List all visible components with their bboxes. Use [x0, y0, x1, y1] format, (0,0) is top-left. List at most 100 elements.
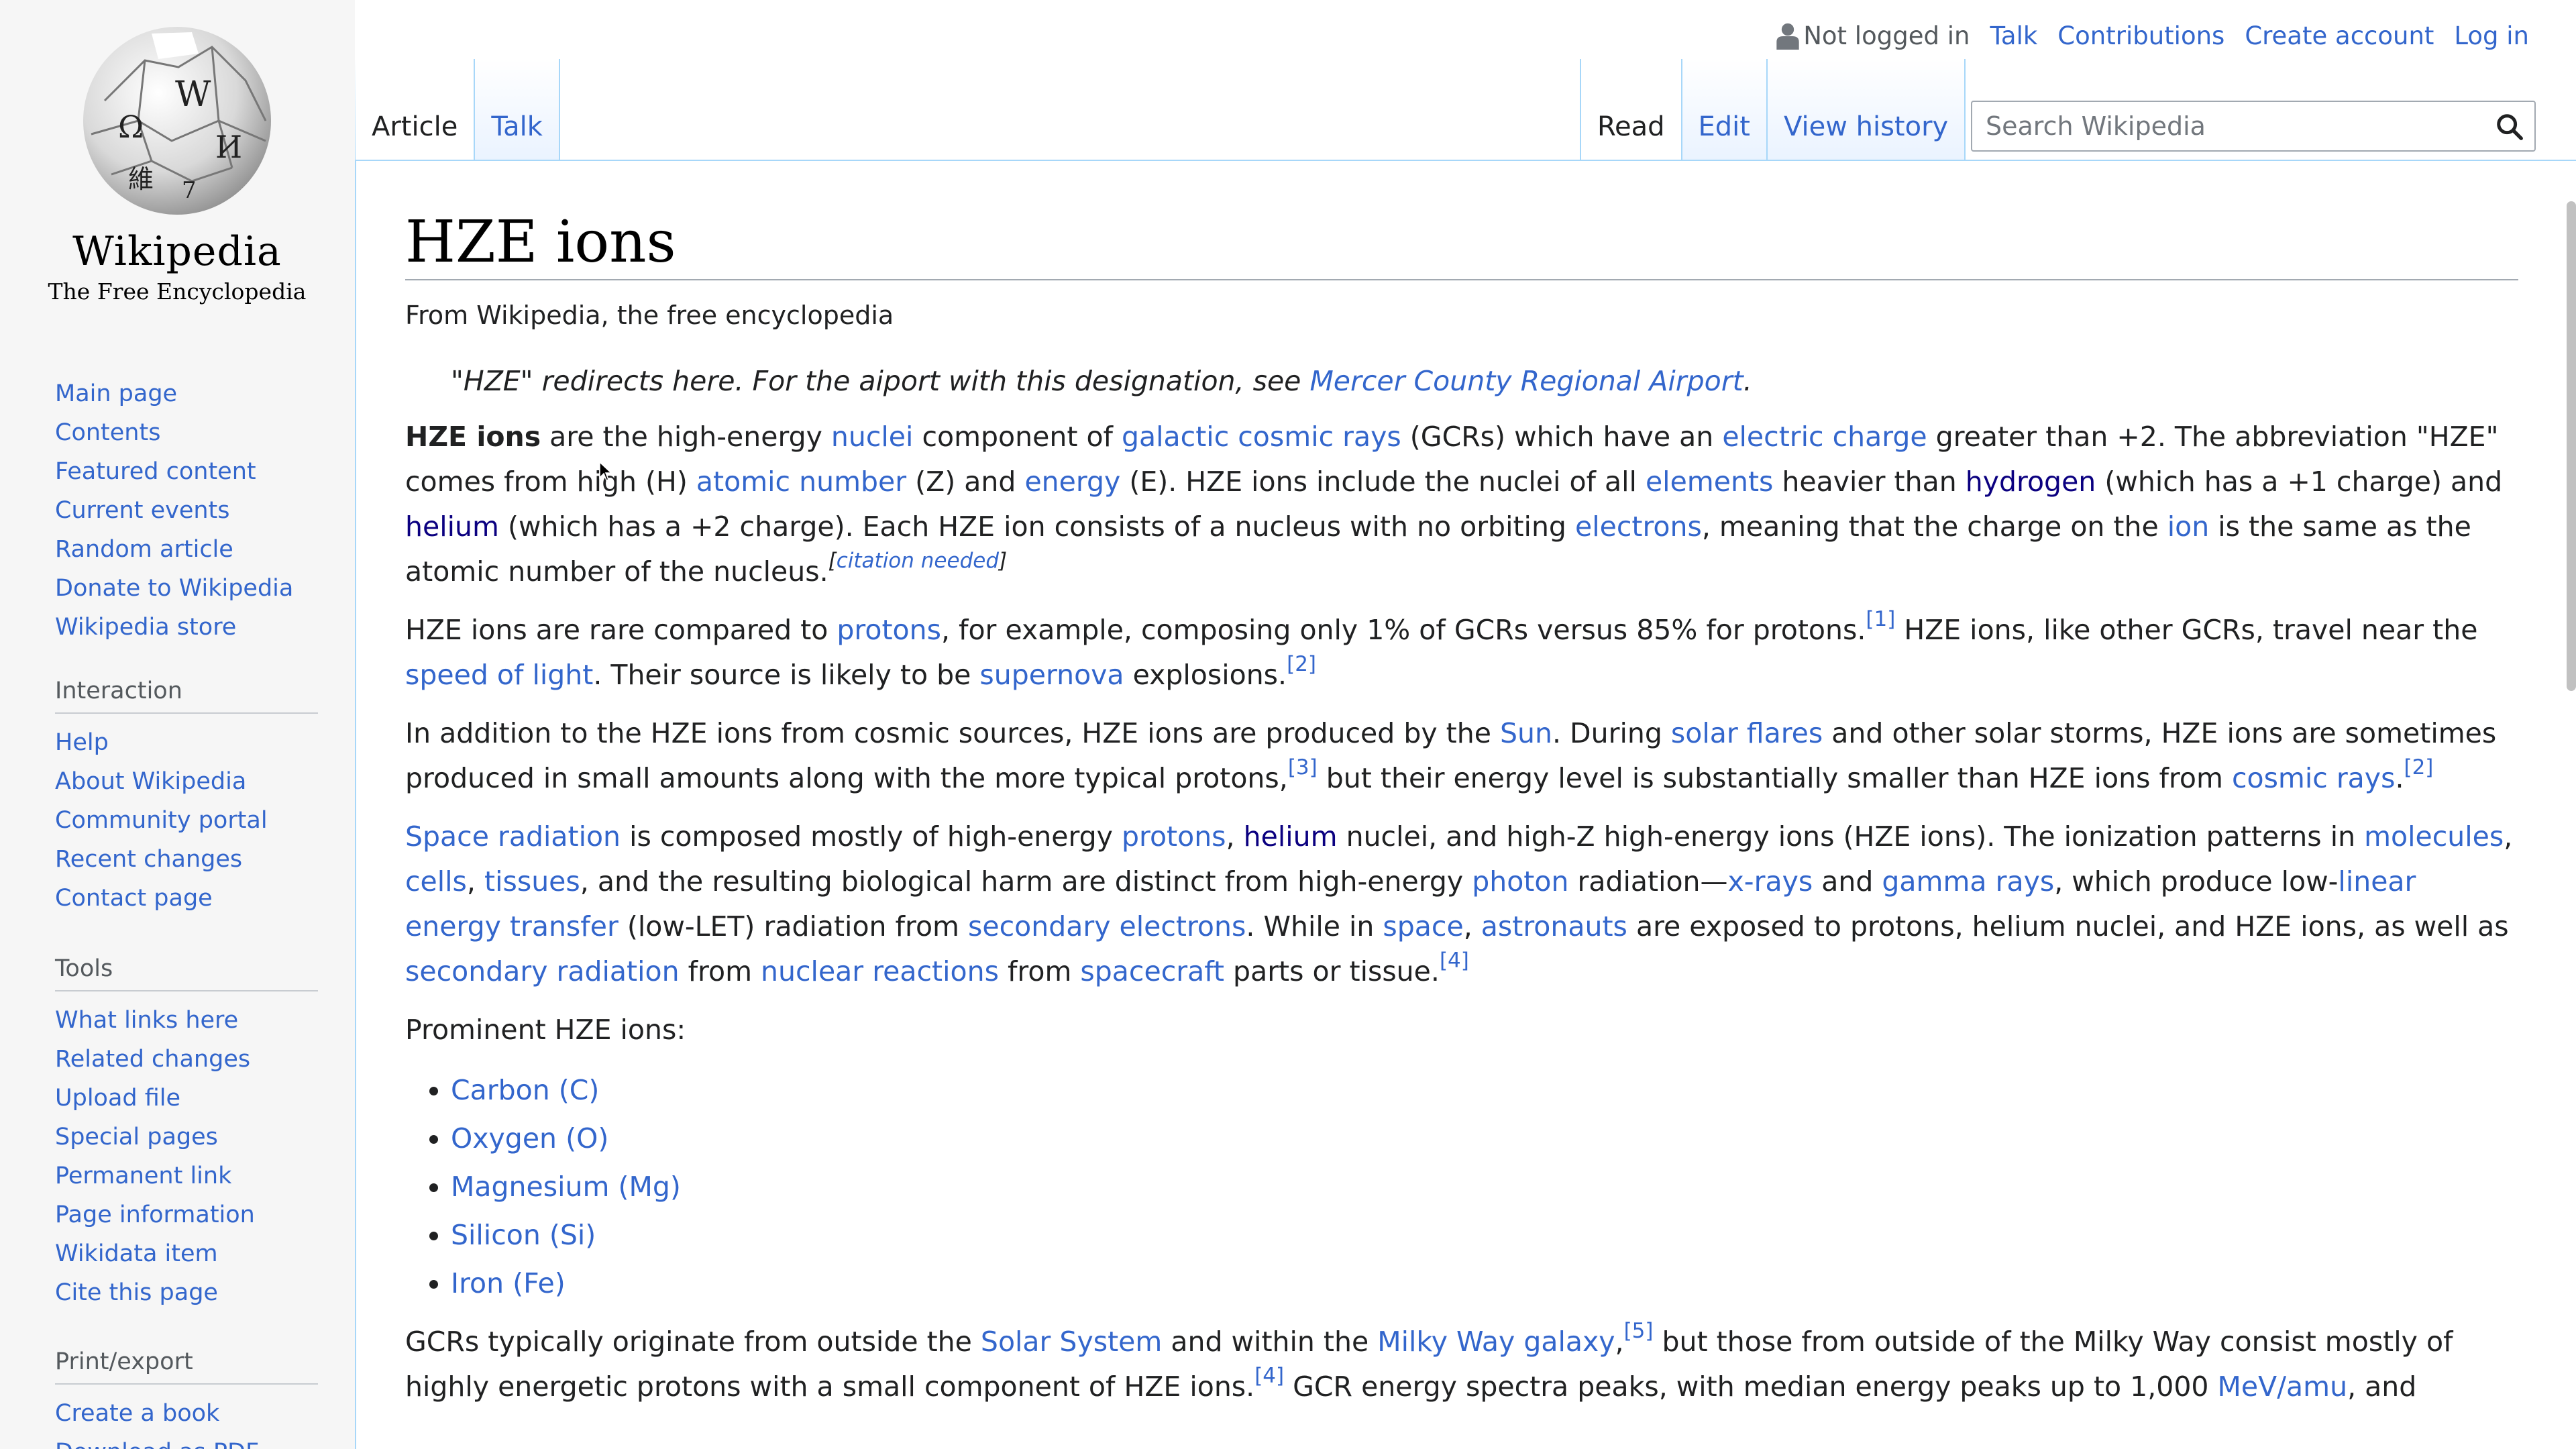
sidebar-item-donate-to-wikipedia[interactable]: Donate to Wikipedia — [55, 569, 318, 608]
sidebar-item-contact-page[interactable]: Contact page — [55, 879, 318, 918]
sidebar-item-permanent-link[interactable]: Permanent link — [55, 1157, 318, 1195]
tab-article[interactable]: Article — [356, 59, 476, 161]
reference-5[interactable]: [5] — [1624, 1319, 1654, 1343]
text: . During — [1552, 717, 1671, 749]
link-ion-silicon-si[interactable]: Silicon (Si) — [451, 1219, 596, 1251]
sidebar-item-help[interactable]: Help — [55, 723, 318, 762]
tab-talk[interactable]: Talk — [475, 59, 560, 161]
reference-2[interactable]: [2] — [1287, 652, 1316, 676]
link-helium[interactable]: helium — [1244, 820, 1338, 853]
sidebar-item-download-as-pdf[interactable]: Download as PDF — [55, 1433, 318, 1449]
text: parts or tissue. — [1224, 955, 1440, 987]
text: , and — [2347, 1371, 2417, 1403]
link-secondary-radiation[interactable]: secondary radiation — [405, 955, 680, 987]
link-atomic-number[interactable]: atomic number — [696, 466, 906, 498]
prominent-ions-label: Prominent HZE ions: — [405, 1014, 686, 1046]
citation-needed-link[interactable]: citation needed — [837, 549, 999, 573]
text: (which has a +1 charge) and — [2096, 466, 2503, 498]
link-cells[interactable]: cells — [405, 865, 467, 898]
link-ion-magnesium-mg[interactable]: Magnesium (Mg) — [451, 1171, 681, 1203]
text: (low-LET) radiation from — [618, 910, 969, 943]
link-photon[interactable]: photon — [1472, 865, 1568, 898]
tab-edit[interactable]: Edit — [1682, 59, 1768, 161]
link-molecules[interactable]: molecules — [2364, 820, 2504, 853]
link-energy[interactable]: energy — [1024, 466, 1120, 498]
link-milky-way-galaxy[interactable]: Milky Way galaxy — [1377, 1326, 1615, 1358]
link-cosmic-rays[interactable]: cosmic rays — [2232, 762, 2396, 794]
sidebar-item-special-pages[interactable]: Special pages — [55, 1118, 318, 1157]
sidebar-item-about-wikipedia[interactable]: About Wikipedia — [55, 762, 318, 801]
page-title: HZE ions — [405, 205, 2518, 280]
link-ion-iron-fe[interactable]: Iron (Fe) — [451, 1267, 566, 1299]
sidebar-item-recent-changes[interactable]: Recent changes — [55, 840, 318, 879]
sidebar-item-featured-content[interactable]: Featured content — [55, 452, 318, 491]
log-in-link[interactable]: Log in — [2454, 21, 2529, 50]
link-ion[interactable]: ion — [2167, 511, 2209, 543]
sidebar-item-what-links-here[interactable]: What links here — [55, 1001, 318, 1040]
user-talk-link[interactable]: Talk — [1990, 21, 2037, 50]
search-icon[interactable] — [2494, 111, 2525, 142]
sidebar-item-random-article[interactable]: Random article — [55, 530, 318, 569]
link-elements[interactable]: elements — [1646, 466, 1773, 498]
link-spacecraft[interactable]: spacecraft — [1080, 955, 1224, 987]
sidebar-item-page-information[interactable]: Page information — [55, 1195, 318, 1234]
wikipedia-logo[interactable]: W Ω И 維 7 Wikipedia The Free Encyclopedi… — [32, 20, 322, 315]
wikipedia-tagline: The Free Encyclopedia — [48, 278, 307, 305]
link-space[interactable]: space — [1383, 910, 1463, 943]
sidebar-item-create-a-book[interactable]: Create a book — [55, 1394, 318, 1433]
link-solar-system[interactable]: Solar System — [981, 1326, 1162, 1358]
link-supernova[interactable]: supernova — [979, 659, 1124, 691]
link-protons[interactable]: protons — [837, 614, 941, 646]
link-hydrogen[interactable]: hydrogen — [1966, 466, 2096, 498]
link-nuclear-reactions[interactable]: nuclear reactions — [761, 955, 999, 987]
sidebar-item-main-page[interactable]: Main page — [55, 374, 318, 413]
sidebar-item-upload-file[interactable]: Upload file — [55, 1079, 318, 1118]
link-mev-amu[interactable]: MeV/amu — [2218, 1371, 2348, 1403]
link-helium[interactable]: helium — [405, 511, 499, 543]
reference-1[interactable]: [1] — [1866, 607, 1895, 631]
link-galactic-cosmic-rays[interactable]: galactic cosmic rays — [1122, 421, 1401, 453]
link-electric-charge[interactable]: electric charge — [1722, 421, 1927, 453]
navigation-list: Main page Contents Featured content Current… — [55, 374, 318, 647]
link-x-rays[interactable]: x-rays — [1728, 865, 1813, 898]
print-heading: Print/export — [55, 1348, 318, 1385]
link-electrons[interactable]: electrons — [1575, 511, 1702, 543]
scrollbar-thumb[interactable] — [2567, 201, 2576, 691]
link-solar-flares[interactable]: solar flares — [1671, 717, 1823, 749]
reference-4[interactable]: [4] — [1440, 949, 1469, 973]
search-input[interactable] — [1984, 111, 2487, 142]
reference-3[interactable]: [3] — [1288, 755, 1318, 780]
tools-portal: Tools What links here Related changes Uplo… — [55, 955, 318, 1312]
contributions-link[interactable]: Contributions — [2057, 21, 2224, 50]
sidebar-item-current-events[interactable]: Current events — [55, 491, 318, 530]
sidebar-item-contents[interactable]: Contents — [55, 413, 318, 452]
link-secondary-electrons[interactable]: secondary electrons — [968, 910, 1246, 943]
sidebar-item-community-portal[interactable]: Community portal — [55, 801, 318, 840]
sidebar-item-wikipedia-store[interactable]: Wikipedia store — [55, 608, 318, 647]
text: nuclei, and high-Z high-energy ions (HZE… — [1337, 820, 2365, 853]
link-protons[interactable]: protons — [1122, 820, 1226, 853]
link-speed-of-light[interactable]: speed of light — [405, 659, 593, 691]
link-astronauts[interactable]: astronauts — [1481, 910, 1627, 943]
text: heavier than — [1773, 466, 1966, 498]
link-mercer-county-airport[interactable]: Mercer County Regional Airport — [1309, 365, 1743, 397]
link-gamma-rays[interactable]: gamma rays — [1882, 865, 2054, 898]
text: (Z) and — [906, 466, 1025, 498]
link-ion-oxygen-o[interactable]: Oxygen (O) — [451, 1122, 608, 1155]
sidebar-item-cite-this-page[interactable]: Cite this page — [55, 1273, 318, 1312]
create-account-link[interactable]: Create account — [2245, 21, 2434, 50]
link-nuclei[interactable]: nuclei — [831, 421, 914, 453]
link-tissues[interactable]: tissues — [484, 865, 580, 898]
link-space-radiation[interactable]: Space radiation — [405, 820, 621, 853]
sidebar-item-wikidata-item[interactable]: Wikidata item — [55, 1234, 318, 1273]
svg-text:7: 7 — [182, 177, 197, 204]
link-sun[interactable]: Sun — [1500, 717, 1552, 749]
sidebar-item-related-changes[interactable]: Related changes — [55, 1040, 318, 1079]
tab-view-history[interactable]: View history — [1767, 59, 1966, 161]
link-ion-carbon-c[interactable]: Carbon (C) — [451, 1074, 599, 1106]
tab-read[interactable]: Read — [1580, 59, 1682, 161]
svg-text:Ω: Ω — [118, 109, 144, 145]
reference-2[interactable]: [2] — [2404, 755, 2433, 780]
list-item: Carbon (C) — [451, 1066, 2518, 1114]
reference-4[interactable]: [4] — [1254, 1364, 1284, 1388]
